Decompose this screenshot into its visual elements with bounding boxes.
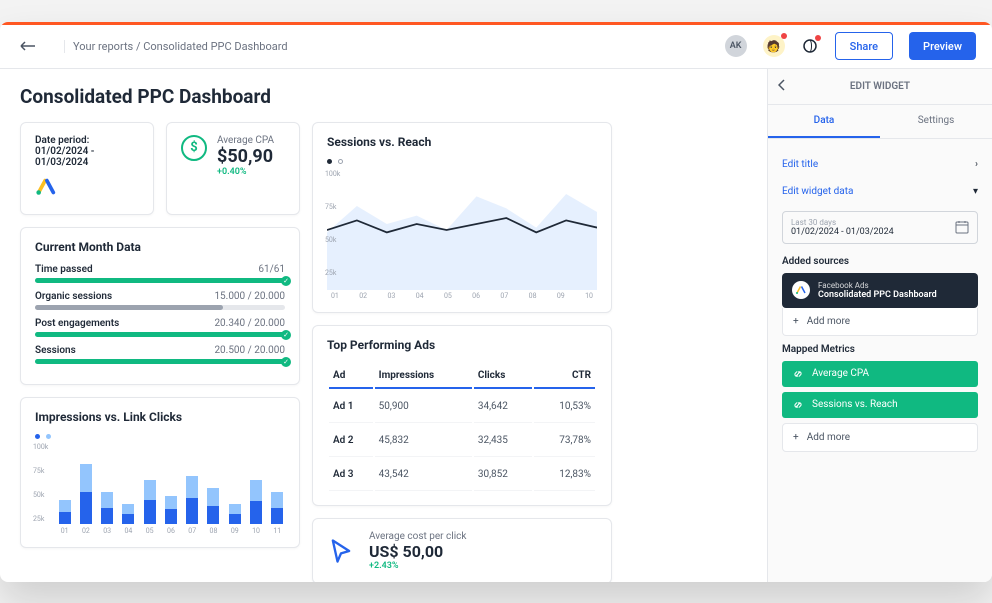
share-button[interactable]: Share [835,32,893,60]
tab-data[interactable]: Data [768,105,880,138]
chart-legend [327,159,597,164]
chart-legend [35,434,285,439]
sessions-reach-card: Sessions vs. Reach 100k75k50k25k 0102030… [312,122,612,313]
progress-row: Post engagements20.340 / 20.000 ✓ [35,318,285,337]
metric-chip[interactable]: Sessions vs. Reach [782,392,978,418]
notification-icon[interactable] [801,37,819,55]
link-icon [792,368,804,380]
metric-chip[interactable]: Average CPA [782,361,978,387]
progress-row: Time passed61/61 ✓ [35,264,285,283]
table-row: Ad 245,83232,43573,78% [329,425,595,457]
check-icon: ✓ [281,276,291,286]
bar-group: 06 [163,496,178,535]
cursor-icon [327,537,355,565]
add-source-button[interactable]: + Add more [782,308,978,336]
bar-group: 05 [142,480,157,535]
edit-title-row[interactable]: Edit title › [782,151,978,178]
page-title: Consolidated PPC Dashboard [20,85,747,108]
topbar: Your reports / Consolidated PPC Dashboar… [0,25,992,69]
line-chart [327,170,597,290]
table-row: Ad 343,54230,85212,83% [329,459,595,491]
current-month-card: Current Month Data Time passed61/61 ✓Org… [20,227,300,385]
avatar[interactable]: AK [725,35,747,57]
table-row: Ad 150,90034,64210,53% [329,391,595,423]
avg-cpc-card: Average cost per click US$ 50,00 +2.43% [312,518,612,582]
back-button[interactable] [16,34,40,58]
impressions-clicks-card: Impressions vs. Link Clicks 100k75k50k25… [20,397,300,548]
progress-row: Organic sessions15.000 / 20.000 [35,291,285,310]
progress-row: Sessions20.500 / 20.000 ✓ [35,345,285,364]
bar-group: 08 [206,488,221,535]
arrow-left-icon [20,41,36,51]
link-icon [792,399,804,411]
bar-group: 02 [78,464,93,535]
avatar[interactable]: 🧑 [763,35,785,57]
bar-group: 01 [57,500,72,535]
edit-widget-panel: EDIT WIDGET Data Settings Edit title › E… [767,69,992,582]
bar-group: 11 [270,492,285,535]
breadcrumb: Your reports / Consolidated PPC Dashboar… [64,40,709,53]
preview-button[interactable]: Preview [909,32,976,60]
bar-group: 09 [227,504,242,535]
date-period-card: Date period: 01/02/2024 - 01/03/2024 [20,122,154,215]
top-ads-card: Top Performing Ads AdImpressionsClicksCT… [312,325,612,506]
bar-group: 10 [248,480,263,535]
panel-back-button[interactable] [778,79,786,94]
chevron-right-icon: › [975,159,978,170]
bar-group: 04 [121,504,136,535]
source-card[interactable]: Facebook Ads Consolidated PPC Dashboard [782,273,978,308]
chevron-down-icon: ▾ [973,186,978,197]
check-icon: ✓ [281,330,291,340]
tab-settings[interactable]: Settings [880,105,992,138]
date-range-picker[interactable]: Last 30 days 01/02/2024 - 01/03/2024 [782,211,978,244]
calendar-icon [955,220,969,234]
plus-icon: + [793,432,799,443]
add-metric-button[interactable]: + Add more [782,423,978,452]
dollar-icon: $ [181,135,207,161]
bar-group: 03 [100,492,115,535]
chevron-left-icon [778,79,786,91]
check-icon: ✓ [281,357,291,367]
bar-group: 07 [185,476,200,535]
source-icon [792,281,810,299]
google-ads-icon [35,176,57,198]
plus-icon: + [793,316,799,327]
avg-cpa-card: $ Average CPA $50,90 +0.40% [166,122,300,215]
edit-widget-data-row[interactable]: Edit widget data ▾ [782,178,978,205]
